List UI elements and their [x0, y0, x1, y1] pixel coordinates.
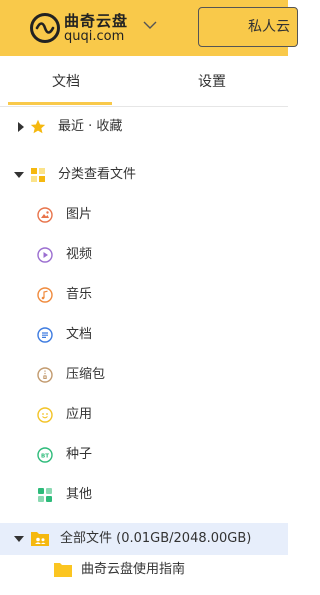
app-icon	[37, 407, 53, 423]
music-icon	[37, 287, 53, 303]
image-icon	[37, 207, 53, 223]
active-tab-indicator	[8, 102, 112, 105]
folder-item-label: 曲奇云盘使用指南	[81, 562, 186, 577]
category-item-videos[interactable]: 视频	[0, 239, 288, 271]
category-item-label: 种子	[66, 447, 93, 462]
star-icon	[30, 119, 46, 134]
category-item-archives[interactable]: 压缩包	[0, 359, 288, 391]
category-item-documents[interactable]: 文档	[0, 319, 288, 351]
chevron-down-icon[interactable]	[142, 17, 158, 33]
category-item-label: 图片	[66, 207, 93, 222]
torrent-icon: BT	[37, 447, 53, 463]
caret-right-icon[interactable]	[16, 122, 26, 132]
caret-down-icon[interactable]	[14, 534, 24, 544]
category-item-label: 其他	[66, 487, 93, 502]
app-header: 曲奇云盘 quqi.com 私人云	[0, 0, 298, 56]
logo-chinese-text: 曲奇云盘	[64, 12, 129, 30]
category-grid-icon	[31, 168, 45, 182]
tree-item-recent[interactable]: 最近 · 收藏	[0, 111, 288, 143]
tree-item-label: 全部文件 (0.01GB/2048.00GB)	[60, 531, 252, 546]
logo-mark-icon	[30, 13, 60, 43]
svg-text:BT: BT	[41, 453, 49, 459]
private-cloud-button[interactable]: 私人云	[198, 7, 298, 47]
other-icon	[38, 488, 52, 502]
tab-settings[interactable]: 设置	[152, 56, 272, 106]
tab-bar: 文档 设置	[0, 56, 288, 106]
tree-item-all-files[interactable]: 全部文件 (0.01GB/2048.00GB)	[0, 523, 288, 555]
tree-item-label: 最近 · 收藏	[58, 119, 123, 134]
category-item-other[interactable]: 其他	[0, 479, 288, 511]
category-item-label: 应用	[66, 407, 93, 422]
tree-item-categories[interactable]: 分类查看文件	[0, 159, 288, 191]
category-item-music[interactable]: 音乐	[0, 279, 288, 311]
folder-icon	[54, 563, 72, 577]
category-item-images[interactable]: 图片	[0, 199, 288, 231]
folder-item-guide[interactable]: 曲奇云盘使用指南	[0, 554, 288, 586]
archive-icon	[37, 367, 53, 383]
caret-down-icon[interactable]	[14, 170, 24, 180]
document-icon	[37, 327, 53, 343]
category-item-label: 视频	[66, 247, 93, 262]
quqi-logo[interactable]: 曲奇云盘 quqi.com	[30, 10, 140, 46]
tree-item-label: 分类查看文件	[58, 167, 137, 182]
category-item-torrents[interactable]: BT 种子	[0, 439, 288, 471]
tabs-divider	[0, 106, 288, 107]
video-icon	[37, 247, 53, 263]
category-item-apps[interactable]: 应用	[0, 399, 288, 431]
category-item-label: 文档	[66, 327, 93, 342]
tab-documents[interactable]: 文档	[6, 56, 126, 106]
shared-folder-icon	[31, 532, 49, 546]
logo-domain-text: quqi.com	[64, 29, 125, 44]
category-item-label: 音乐	[66, 287, 93, 302]
category-item-label: 压缩包	[66, 367, 106, 382]
